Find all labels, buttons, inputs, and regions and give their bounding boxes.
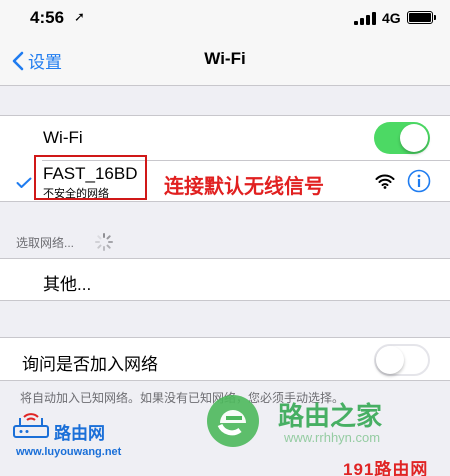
checkmark-icon xyxy=(16,177,32,188)
ask-join-row: 询问是否加入网络 xyxy=(0,338,450,381)
watermark-footer: 191路由网 xyxy=(343,460,429,476)
location-icon: ➚ xyxy=(74,9,85,24)
other-network-label: 其他... xyxy=(43,275,92,294)
watermark-brand-left: 路由网 xyxy=(54,424,105,443)
wifi-label: Wi-Fi xyxy=(43,128,83,147)
wifi-toggle-row: Wi-Fi xyxy=(0,116,450,159)
wifi-toggle[interactable] xyxy=(374,122,430,154)
network-highlight-box xyxy=(34,155,147,200)
other-network-group: 其他... xyxy=(0,258,450,301)
page-title: Wi-Fi xyxy=(204,49,246,68)
status-bar: 4:56 ➚ 4G xyxy=(0,0,450,36)
ask-join-group: 询问是否加入网络 xyxy=(0,337,450,381)
signal-icon xyxy=(354,12,376,25)
info-icon[interactable] xyxy=(407,169,431,193)
network-type: 4G xyxy=(382,10,401,26)
wifi-signal-icon xyxy=(375,174,395,189)
loading-spinner-icon xyxy=(95,233,113,251)
networks-section-header: 选取网络... xyxy=(16,236,75,250)
toggle-knob xyxy=(400,124,428,152)
toggle-knob xyxy=(376,346,404,374)
watermark-site-center: www.rrhhyn.com xyxy=(284,430,381,445)
annotation-text: 连接默认无线信号 xyxy=(164,176,324,198)
watermark-brand-center: 路由之家 xyxy=(278,401,383,431)
ask-join-label: 询问是否加入网络 xyxy=(22,355,158,374)
router-logo-icon xyxy=(13,413,49,438)
other-network-row[interactable]: 其他... xyxy=(0,259,450,301)
status-time: 4:56 xyxy=(30,8,65,27)
battery-icon xyxy=(407,11,436,24)
ask-join-toggle[interactable] xyxy=(374,344,430,376)
navigation-bar: 设置 Wi-Fi xyxy=(0,36,450,86)
watermark-url-left: www.luyouwang.net xyxy=(16,446,122,458)
watermark-logo-icon xyxy=(207,395,259,447)
